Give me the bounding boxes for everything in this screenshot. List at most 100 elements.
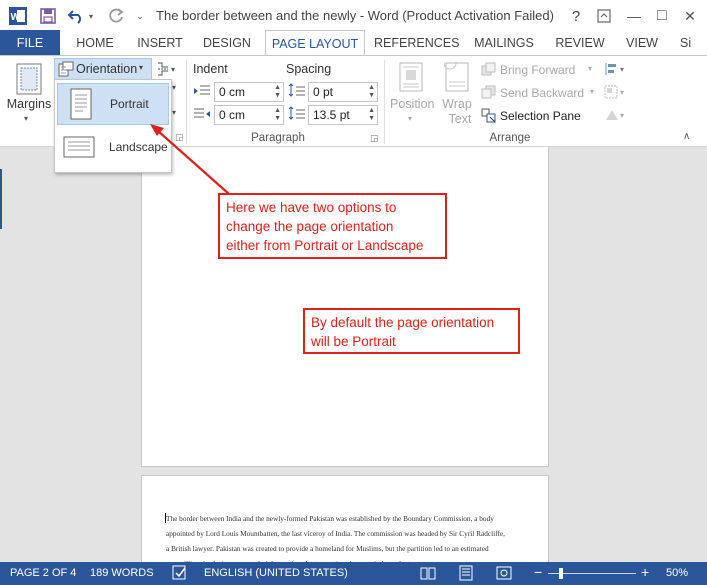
orientation-label: Orientation xyxy=(76,62,138,76)
indent-left-value: 0 cm xyxy=(219,85,246,99)
callout-line: Here we have two options to xyxy=(226,200,397,215)
tab-review[interactable]: REVIEW xyxy=(552,30,608,56)
group-objects-icon[interactable]: ▾ xyxy=(604,85,628,102)
redo-icon[interactable] xyxy=(106,6,126,26)
annotation-callout-default: By default the page orientation will be … xyxy=(303,308,520,354)
bring-forward-dropdown-icon[interactable]: ▾ xyxy=(588,64,592,73)
wrap-text-button[interactable]: Wrap xyxy=(440,97,474,111)
tab-design[interactable]: DESIGN xyxy=(196,30,258,56)
paragraph-line: appointed by Lord Louis Mountbatten, the… xyxy=(166,529,505,538)
spin-arrows-icon[interactable]: ▲ ▼ xyxy=(368,84,375,100)
save-icon[interactable] xyxy=(38,6,58,26)
landscape-icon xyxy=(63,135,97,164)
orientation-menu: Portrait Landscape xyxy=(54,79,172,173)
document-page-2[interactable]: The border between India and the newly-f… xyxy=(141,475,549,575)
portrait-icon xyxy=(67,88,95,125)
group-separator xyxy=(384,60,385,144)
help-button[interactable]: ? xyxy=(566,6,586,26)
position-button[interactable]: Position xyxy=(390,97,434,111)
paragraph-line: The border between India and the newly-f… xyxy=(166,514,494,523)
tab-page-layout[interactable]: PAGE LAYOUT xyxy=(265,30,365,57)
spacing-before-value: 0 pt xyxy=(313,85,334,99)
svg-text:▾: ▾ xyxy=(620,65,624,74)
word-count[interactable]: 189 WORDS xyxy=(90,567,154,579)
undo-icon[interactable] xyxy=(66,6,86,26)
annotation-callout-options: Here we have two options to change the p… xyxy=(218,193,447,259)
tab-insert[interactable]: INSERT xyxy=(130,30,190,56)
close-button[interactable]: ✕ xyxy=(680,6,700,26)
hyphenation-dropdown-icon[interactable]: ▾ xyxy=(172,108,176,117)
bring-forward-button[interactable]: Bring Forward xyxy=(500,63,575,77)
customize-toolbar-icon[interactable]: ⌄ xyxy=(134,6,146,26)
spacing-label: Spacing xyxy=(286,62,332,76)
spacing-before-input[interactable]: 0 pt ▲ ▼ xyxy=(308,82,378,102)
margins-button[interactable]: Margins xyxy=(4,97,54,111)
spin-arrows-icon[interactable]: ▲ ▼ xyxy=(368,107,375,123)
read-mode-icon[interactable] xyxy=(420,565,436,584)
callout-line: By default the page orientation xyxy=(311,315,495,330)
ribbon-tabs: FILE HOME INSERT DESIGN PAGE LAYOUT REFE… xyxy=(0,30,707,57)
page-setup-launcher-icon[interactable]: ◲ xyxy=(175,132,184,143)
breaks-icon[interactable]: ▾ xyxy=(156,61,180,80)
send-backward-button[interactable]: Send Backward xyxy=(500,86,584,100)
zoom-out-button[interactable]: − xyxy=(534,564,542,580)
left-edge-marker xyxy=(0,169,2,229)
paragraph-launcher-icon[interactable]: ◲ xyxy=(370,133,379,144)
position-dropdown-icon[interactable]: ▾ xyxy=(408,114,412,123)
indent-label: Indent xyxy=(193,62,228,76)
margins-dropdown-icon[interactable]: ▾ xyxy=(24,114,28,123)
tab-home[interactable]: HOME xyxy=(66,30,124,56)
web-layout-icon[interactable] xyxy=(496,565,512,584)
word-logo-icon: W xyxy=(8,6,28,26)
tab-view[interactable]: VIEW xyxy=(620,30,664,56)
orientation-button[interactable]: Orientation ▾ xyxy=(54,58,152,80)
selection-pane-icon xyxy=(481,108,497,127)
callout-line: will be Portrait xyxy=(311,334,396,349)
zoom-in-button[interactable]: + xyxy=(641,564,649,580)
selection-pane-button[interactable]: Selection Pane xyxy=(500,109,581,123)
spin-arrows-icon[interactable]: ▲ ▼ xyxy=(274,84,281,100)
tab-file[interactable]: FILE xyxy=(0,30,60,56)
send-backward-dropdown-icon[interactable]: ▾ xyxy=(590,87,594,96)
indent-right-value: 0 cm xyxy=(219,108,246,122)
tab-sign-in[interactable]: Si xyxy=(680,30,707,56)
svg-text:▾: ▾ xyxy=(620,111,624,120)
tab-references[interactable]: REFERENCES xyxy=(374,30,459,56)
language[interactable]: ENGLISH (UNITED STATES) xyxy=(204,567,348,579)
spacing-after-value: 13.5 pt xyxy=(313,108,350,122)
line-numbers-dropdown-icon[interactable]: ▾ xyxy=(172,83,176,92)
rotate-icon[interactable]: ▾ xyxy=(604,108,628,125)
tab-mailings[interactable]: MAILINGS xyxy=(467,30,541,56)
collapse-ribbon-icon[interactable]: ∧ xyxy=(683,131,690,142)
proofing-icon[interactable] xyxy=(172,565,188,584)
spacing-after-input[interactable]: 13.5 pt ▲ ▼ xyxy=(308,105,378,125)
align-icon[interactable]: ▾ xyxy=(604,62,628,79)
window-title: The border between and the newly - Word … xyxy=(156,8,554,23)
ribbon-display-options-icon[interactable] xyxy=(594,6,614,26)
arrange-group-label: Arrange xyxy=(489,132,531,144)
spin-arrows-icon[interactable]: ▲ ▼ xyxy=(274,107,281,123)
indent-left-input[interactable]: 0 cm ▲ ▼ xyxy=(214,82,284,102)
zoom-slider-handle[interactable] xyxy=(559,568,563,579)
wrap-text-label-2: Text xyxy=(448,112,472,126)
zoom-level[interactable]: 50% xyxy=(666,567,688,579)
spacing-before-icon xyxy=(288,83,306,102)
page-count[interactable]: PAGE 2 OF 4 xyxy=(10,567,76,579)
margins-icon xyxy=(12,62,46,96)
maximize-button[interactable]: □ xyxy=(652,6,672,26)
paragraph-line: a British lawyer. Pakistan was created t… xyxy=(166,544,489,553)
indent-left-icon xyxy=(193,84,211,101)
svg-text:▾: ▾ xyxy=(171,65,175,74)
paragraph-group-label: Paragraph xyxy=(251,132,305,144)
svg-text:W: W xyxy=(11,12,21,23)
bring-forward-icon xyxy=(481,62,497,79)
svg-text:▾: ▾ xyxy=(620,88,624,97)
undo-dropdown-icon[interactable]: ▾ xyxy=(85,6,97,26)
indent-right-input[interactable]: 0 cm ▲ ▼ xyxy=(214,105,284,125)
print-layout-icon[interactable] xyxy=(458,565,474,584)
group-separator xyxy=(186,60,187,144)
landscape-option[interactable]: Landscape xyxy=(57,127,169,169)
portrait-option[interactable]: Portrait xyxy=(57,83,169,125)
send-backward-icon xyxy=(481,85,497,102)
minimize-button[interactable]: — xyxy=(624,6,644,26)
